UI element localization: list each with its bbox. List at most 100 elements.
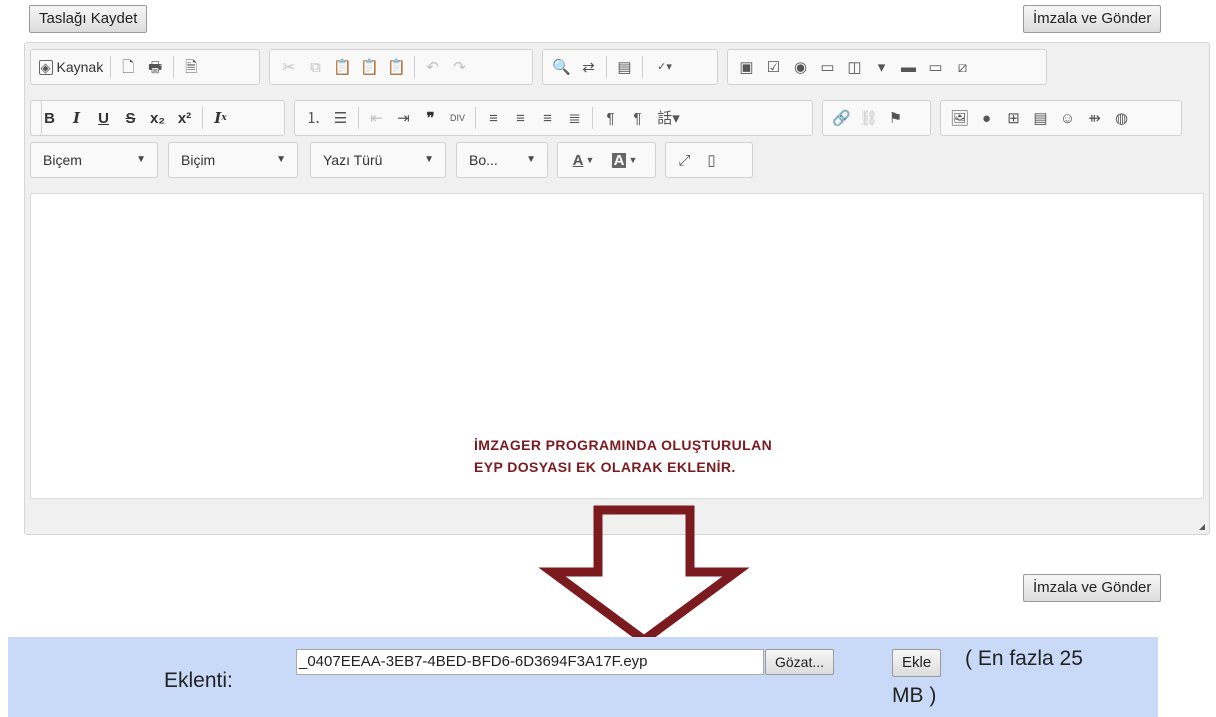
text-field-icon[interactable]: ▭ xyxy=(817,56,839,78)
select-all-icon[interactable]: ▤ xyxy=(614,56,636,78)
toolbar-separator xyxy=(358,107,359,129)
iframe-globe-icon[interactable]: ◍ xyxy=(1111,107,1133,129)
align-left-icon[interactable]: ≡ xyxy=(483,107,505,129)
form-icon[interactable]: ▣ xyxy=(736,56,758,78)
paste-word-icon[interactable]: 📋 xyxy=(386,56,408,78)
superscript-icon[interactable]: x² xyxy=(174,107,196,129)
checkbox-icon[interactable]: ☑ xyxy=(763,56,785,78)
language-icon[interactable]: 話▾ xyxy=(654,107,684,129)
toolbar-separator xyxy=(414,56,415,78)
textarea-icon[interactable]: ◫ xyxy=(844,56,866,78)
style-combo[interactable]: Biçem ▼ xyxy=(30,142,158,178)
paste-icon[interactable]: 📋 xyxy=(332,56,354,78)
image-button-icon[interactable]: ▭ xyxy=(925,56,947,78)
redo-icon[interactable]: ↷ xyxy=(449,56,471,78)
image-icon[interactable]: 🖼 xyxy=(949,107,971,129)
size-limit-line-2: MB ) xyxy=(892,684,937,707)
annotation-line-2: EYP DOSYASI EK OLARAK EKLENİR. xyxy=(474,459,736,475)
link-icon[interactable]: 🔗 xyxy=(831,107,853,129)
print-icon[interactable]: 🖶 xyxy=(144,56,166,78)
toolbar-separator xyxy=(475,107,476,129)
toolbar-group-basic-styles: B I U S x₂ x² Ix xyxy=(30,100,285,136)
toolbar-separator xyxy=(606,56,607,78)
source-icon[interactable]: ◈ Kaynak xyxy=(38,56,104,78)
sign-and-send-button-top[interactable]: İmzala ve Gönder xyxy=(1023,5,1162,33)
toolbar-separator xyxy=(592,107,593,129)
page-break-icon[interactable]: ⇻ xyxy=(1084,107,1106,129)
decrease-indent-icon[interactable]: ⇤ xyxy=(366,107,388,129)
radio-icon[interactable]: ◉ xyxy=(790,56,812,78)
size-combo[interactable]: Bo... ▼ xyxy=(456,142,548,178)
anchor-flag-icon[interactable]: ⚑ xyxy=(885,107,907,129)
subscript-icon[interactable]: x₂ xyxy=(147,107,169,129)
hidden-field-icon[interactable]: ⧄ xyxy=(952,56,974,78)
attachment-bar: Eklenti: _0407EEAA-3EB7-4BED-BFD6-6D3694… xyxy=(8,637,1158,717)
source-label: Kaynak xyxy=(56,59,104,75)
bulleted-list-icon[interactable]: ☰ xyxy=(330,107,352,129)
align-center-icon[interactable]: ≡ xyxy=(510,107,532,129)
create-div-icon[interactable]: DIV xyxy=(447,107,469,129)
toolbar-separator xyxy=(109,56,111,78)
new-page-icon[interactable]: 🗋 xyxy=(117,56,139,78)
attachment-label: Eklenti: xyxy=(164,669,233,692)
toolbar-group-colors: A ▼ A ▼ xyxy=(557,142,656,178)
cut-icon[interactable]: ✂ xyxy=(278,56,300,78)
format-combo-label: Biçim xyxy=(181,152,216,168)
numbered-list-icon[interactable]: ⒈ xyxy=(303,107,325,129)
save-draft-button[interactable]: Taslağı Kaydet xyxy=(29,5,148,33)
resize-handle-icon[interactable] xyxy=(1199,524,1205,530)
spellcheck-icon[interactable]: ✓▾ xyxy=(650,56,680,78)
toolbar-group-forms: ▣ ☑ ◉ ▭ ◫ ▾ ▬ ▭ ⧄ xyxy=(727,49,1047,85)
browse-button[interactable]: Gözat... xyxy=(765,649,835,675)
size-combo-label: Bo... xyxy=(469,152,498,168)
strikethrough-icon[interactable]: S xyxy=(120,107,142,129)
sign-and-send-button-bottom[interactable]: İmzala ve Gönder xyxy=(1023,574,1162,602)
flash-icon[interactable]: ● xyxy=(976,107,998,129)
replace-icon[interactable]: ⇄ xyxy=(578,56,600,78)
button-field-icon[interactable]: ▬ xyxy=(898,56,920,78)
smiley-icon[interactable]: ☺ xyxy=(1057,107,1079,129)
italic-icon[interactable]: I xyxy=(66,107,88,129)
toolbar-group-clipboard: ✂ ⧉ 📋 📋 📋 ↶ ↷ xyxy=(269,49,533,85)
add-attachment-button[interactable]: Ekle xyxy=(892,649,942,677)
toolbar-separator xyxy=(642,56,643,78)
toolbar-group-editing: 🔍 ⇄ ▤ ✓▾ xyxy=(542,49,718,85)
table-icon[interactable]: ⊞ xyxy=(1003,107,1025,129)
ltr-icon[interactable]: ¶ xyxy=(600,107,622,129)
toolbar-separator xyxy=(172,56,174,78)
annotation-line-1: İMZAGER PROGRAMINDA OLUŞTURULAN xyxy=(474,437,773,453)
text-color-icon[interactable]: A ▼ xyxy=(566,149,602,171)
show-blocks-icon[interactable]: ▯ xyxy=(701,149,723,171)
templates-icon[interactable]: 🗎 xyxy=(180,56,202,78)
underline-icon[interactable]: U xyxy=(93,107,115,129)
unlink-icon[interactable]: ⛓ xyxy=(858,107,880,129)
find-icon[interactable]: 🔍 xyxy=(551,56,573,78)
font-combo-label: Yazı Türü xyxy=(323,152,383,168)
background-color-icon[interactable]: A ▼ xyxy=(607,149,643,171)
format-combo[interactable]: Biçim ▼ xyxy=(168,142,298,178)
align-justify-icon[interactable]: ≣ xyxy=(564,107,586,129)
toolbar-group-document: ◈ Kaynak 🗋 🖶 🗎 xyxy=(30,49,260,85)
attachment-file-input[interactable]: _0407EEAA-3EB7-4BED-BFD6-6D3694F3A17F.ey… xyxy=(296,649,764,675)
blockquote-icon[interactable]: ❞ xyxy=(420,107,442,129)
toolbar-group-paragraph: ⒈ ☰ ⇤ ⇥ ❞ DIV ≡ ≡ ≡ ≣ ¶ ¶ 話▾ xyxy=(294,100,813,136)
horizontal-rule-icon[interactable]: ▤ xyxy=(1030,107,1052,129)
align-right-icon[interactable]: ≡ xyxy=(537,107,559,129)
undo-icon[interactable]: ↶ xyxy=(422,56,444,78)
chevron-down-icon: ▼ xyxy=(276,154,286,165)
copy-icon[interactable]: ⧉ xyxy=(305,56,327,78)
paste-text-icon[interactable]: 📋 xyxy=(359,56,381,78)
chevron-down-icon: ▼ xyxy=(136,154,146,165)
remove-format-icon[interactable]: Ix xyxy=(210,107,232,129)
font-combo[interactable]: Yazı Türü ▼ xyxy=(310,142,446,178)
toolbar-group-links: 🔗 ⛓ ⚑ xyxy=(822,100,931,136)
maximize-icon[interactable]: ⤢ xyxy=(674,149,696,171)
annotation-text: İMZAGER PROGRAMINDA OLUŞTURULAN EYP DOSY… xyxy=(474,434,772,478)
rtl-icon[interactable]: ¶ xyxy=(627,107,649,129)
size-limit-line-1: ( En fazla 25 xyxy=(965,647,1083,670)
style-combo-label: Biçem xyxy=(43,152,82,168)
increase-indent-icon[interactable]: ⇥ xyxy=(393,107,415,129)
spacer xyxy=(30,100,42,136)
select-field-icon[interactable]: ▾ xyxy=(871,56,893,78)
toolbar-group-insert: 🖼 ● ⊞ ▤ ☺ ⇻ ◍ xyxy=(940,100,1182,136)
